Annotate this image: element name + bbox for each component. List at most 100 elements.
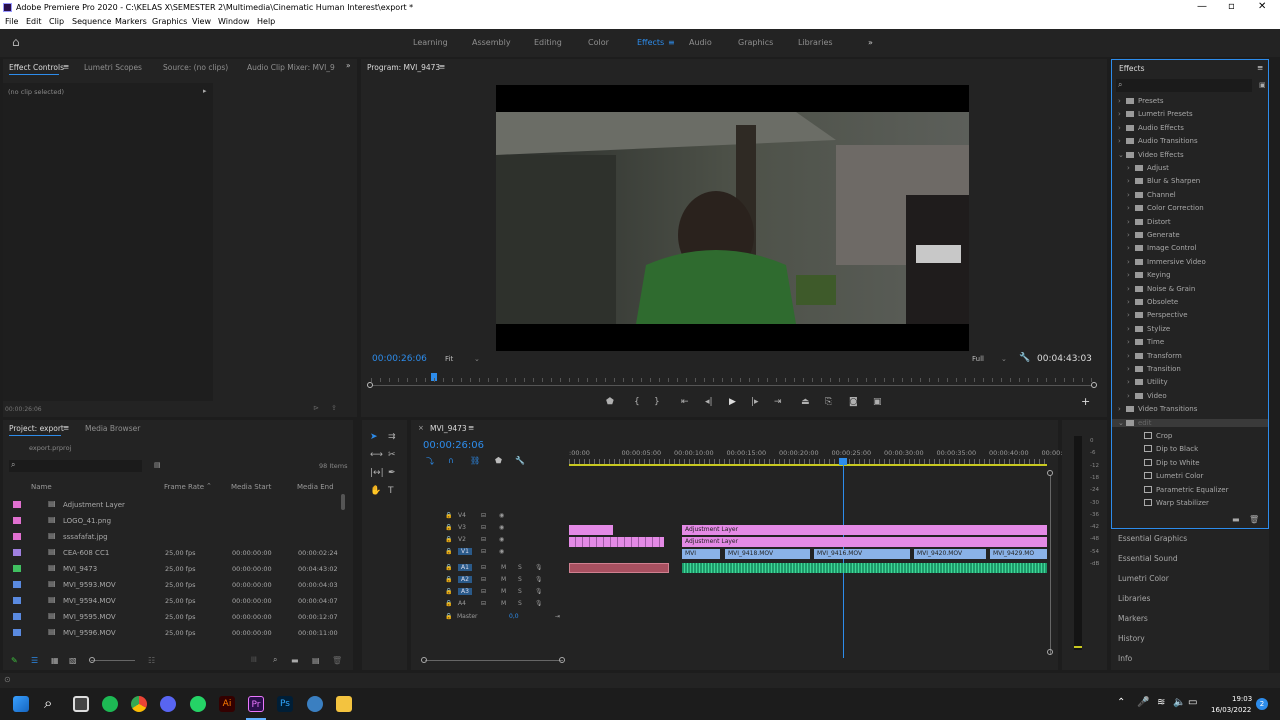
fit-dropdown[interactable]: Fit	[445, 355, 453, 363]
chevron-right-icon[interactable]: ›	[1127, 311, 1135, 319]
effects-tree-item[interactable]: Parametric Equalizer	[1136, 485, 1228, 494]
export-icon[interactable]: ⇪	[331, 404, 337, 412]
record-voiceover-icon[interactable]: 🎙	[535, 564, 543, 571]
selection-tool-icon[interactable]: ➤	[370, 432, 378, 442]
task-view-icon[interactable]	[73, 696, 89, 712]
timeline-vscroll[interactable]	[1050, 475, 1051, 655]
effects-search-input[interactable]: ⌕	[1116, 79, 1252, 92]
workspace-audio[interactable]: Audio	[689, 38, 712, 47]
label-color-swatch[interactable]	[13, 517, 21, 524]
eye-icon[interactable]: ◉	[499, 512, 504, 519]
chevron-right-icon[interactable]: ›	[1127, 378, 1135, 386]
icon-view-icon[interactable]: ▦	[51, 656, 59, 665]
new-bin-from-search-icon[interactable]: ▤	[154, 461, 161, 469]
label-color-swatch[interactable]	[13, 565, 21, 572]
expand-arrow-icon[interactable]: ▸	[203, 87, 207, 95]
tab-source[interactable]: Source: (no clips)	[163, 63, 228, 72]
chevron-right-icon[interactable]: ›	[1127, 271, 1135, 279]
chevron-right-icon[interactable]: ›	[1127, 365, 1135, 373]
file-explorer-icon[interactable]	[336, 696, 352, 712]
new-bin-icon[interactable]: ▣	[1259, 81, 1266, 89]
zoom-slider-handle[interactable]	[89, 657, 95, 663]
chrome-icon[interactable]	[131, 696, 147, 712]
step-forward-icon[interactable]: |▸	[751, 397, 759, 407]
photoshop-icon[interactable]: Ps	[277, 696, 293, 712]
workspace-effects[interactable]: Effects	[637, 38, 664, 47]
timeline-timecode[interactable]: 00:00:26:06	[423, 440, 484, 451]
go-to-in-icon[interactable]: ⇤	[681, 397, 689, 407]
effects-tree-item[interactable]: › Color Correction	[1127, 204, 1204, 212]
mark-out-icon[interactable]: }	[654, 397, 660, 407]
history-link[interactable]: History	[1118, 634, 1145, 643]
tab-audio-clip-mixer[interactable]: Audio Clip Mixer: MVI_9	[247, 63, 335, 72]
lock-icon[interactable]: 🔒	[445, 512, 452, 519]
effects-tree-item[interactable]: ⌄ Video Effects	[1118, 151, 1184, 159]
chevron-right-icon[interactable]: ›	[1127, 204, 1135, 212]
menu-file[interactable]: File	[5, 17, 18, 26]
close-icon[interactable]: ✕	[1258, 1, 1266, 12]
column-media-end[interactable]: Media End	[297, 483, 334, 491]
sync-lock-icon[interactable]: ⊟	[481, 564, 486, 571]
audio-track-label[interactable]: A2	[458, 576, 472, 583]
project-row[interactable]: ▤ MVI_9473 25,00 fps 00:00:00:00 00:04:43:02	[3, 562, 343, 576]
video-track-label[interactable]: V4	[458, 512, 466, 519]
video-track-label[interactable]: V2	[458, 536, 466, 543]
lock-icon[interactable]: 🔒	[445, 548, 452, 555]
project-row[interactable]: ▤ MVI_9596.MOV 25,00 fps 00:00:00:00 00:00:1…	[3, 626, 343, 640]
tab-media-browser[interactable]: Media Browser	[85, 424, 140, 433]
sync-lock-icon[interactable]: ⊟	[481, 548, 486, 555]
mute-button[interactable]: M	[501, 588, 506, 595]
column-frame-rate[interactable]: Frame Rate	[164, 483, 204, 491]
workspace-learning[interactable]: Learning	[413, 38, 448, 47]
project-row[interactable]: ▤ sssafafat.jpg	[3, 530, 343, 544]
lock-icon[interactable]: 🔒	[445, 588, 452, 595]
quality-dropdown[interactable]: Full	[972, 355, 984, 363]
microphone-icon[interactable]: 🎤	[1137, 697, 1149, 708]
scrub-bar[interactable]	[371, 385, 1095, 386]
chevron-right-icon[interactable]: ›	[1127, 352, 1135, 360]
workspace-assembly[interactable]: Assembly	[472, 38, 511, 47]
menu-markers[interactable]: Markers	[115, 17, 147, 26]
hand-tool-icon[interactable]: ✋	[370, 486, 381, 496]
audio-clip-a1-left[interactable]	[569, 563, 669, 573]
filter-icon[interactable]: ⊳	[313, 404, 319, 412]
list-view-icon[interactable]: ☰	[31, 656, 38, 665]
effects-menu-icon[interactable]: ≡	[1257, 63, 1263, 72]
menu-help[interactable]: Help	[257, 17, 275, 26]
menu-edit[interactable]: Edit	[26, 17, 42, 26]
wrench-icon[interactable]: 🔧	[1019, 353, 1030, 363]
clip-mvi-9416[interactable]: MVI_9416.MOV	[814, 549, 910, 559]
lock-icon[interactable]: 🔒	[445, 576, 452, 583]
project-row[interactable]: ▤ MVI_9595.MOV 25,00 fps 00:00:00:00 00:00:1…	[3, 610, 343, 624]
chevron-right-icon[interactable]: ›	[1118, 97, 1126, 105]
new-custom-bin-icon[interactable]: ▬	[1232, 515, 1240, 524]
tab-menu-icon[interactable]: ≡	[63, 62, 69, 71]
sort-ascending-icon[interactable]: ⌃	[206, 482, 212, 490]
mute-button[interactable]: M	[501, 576, 506, 583]
label-color-swatch[interactable]	[13, 501, 21, 508]
chevron-right-icon[interactable]: ›	[1127, 218, 1135, 226]
clip-mvi-9429[interactable]: MVI_9429.MO	[990, 549, 1047, 559]
effects-tree-item[interactable]: › Keying	[1127, 271, 1171, 279]
clip-v1-mvi[interactable]: MVI	[682, 549, 720, 559]
ripple-edit-icon[interactable]: ⟷	[370, 450, 383, 460]
tab-project[interactable]: Project: export	[9, 424, 64, 433]
freeform-view-icon[interactable]: ▧	[69, 656, 77, 665]
vscroll-top-handle[interactable]	[1047, 470, 1053, 476]
chevron-down-icon[interactable]: ⌄	[1118, 419, 1126, 427]
effects-tree-item[interactable]: › Perspective	[1127, 311, 1188, 319]
chevron-right-icon[interactable]: ›	[1127, 177, 1135, 185]
effects-tree-item[interactable]: Lumetri Color	[1136, 472, 1203, 480]
chevron-right-icon[interactable]: ›	[1127, 285, 1135, 293]
time-ruler[interactable]: :00:00 00:00:05:00 00:00:10:00 00:00:15:00 0…	[569, 447, 1067, 465]
chevron-right-icon[interactable]: ›	[1118, 110, 1126, 118]
effects-tree-item[interactable]: › Obsolete	[1127, 298, 1178, 306]
close-sequence-icon[interactable]: ×	[418, 424, 424, 432]
effects-tree-item[interactable]: Warp Stabilizer	[1136, 499, 1209, 507]
volume-icon[interactable]: 🔈	[1173, 697, 1185, 708]
battery-icon[interactable]: ▭	[1188, 697, 1197, 708]
effects-tree-item[interactable]: › Blur & Sharpen	[1127, 177, 1200, 185]
minimize-icon[interactable]: —	[1197, 1, 1207, 12]
sync-lock-icon[interactable]: ⊟	[481, 536, 486, 543]
comparison-view-icon[interactable]: ▣	[873, 397, 882, 407]
